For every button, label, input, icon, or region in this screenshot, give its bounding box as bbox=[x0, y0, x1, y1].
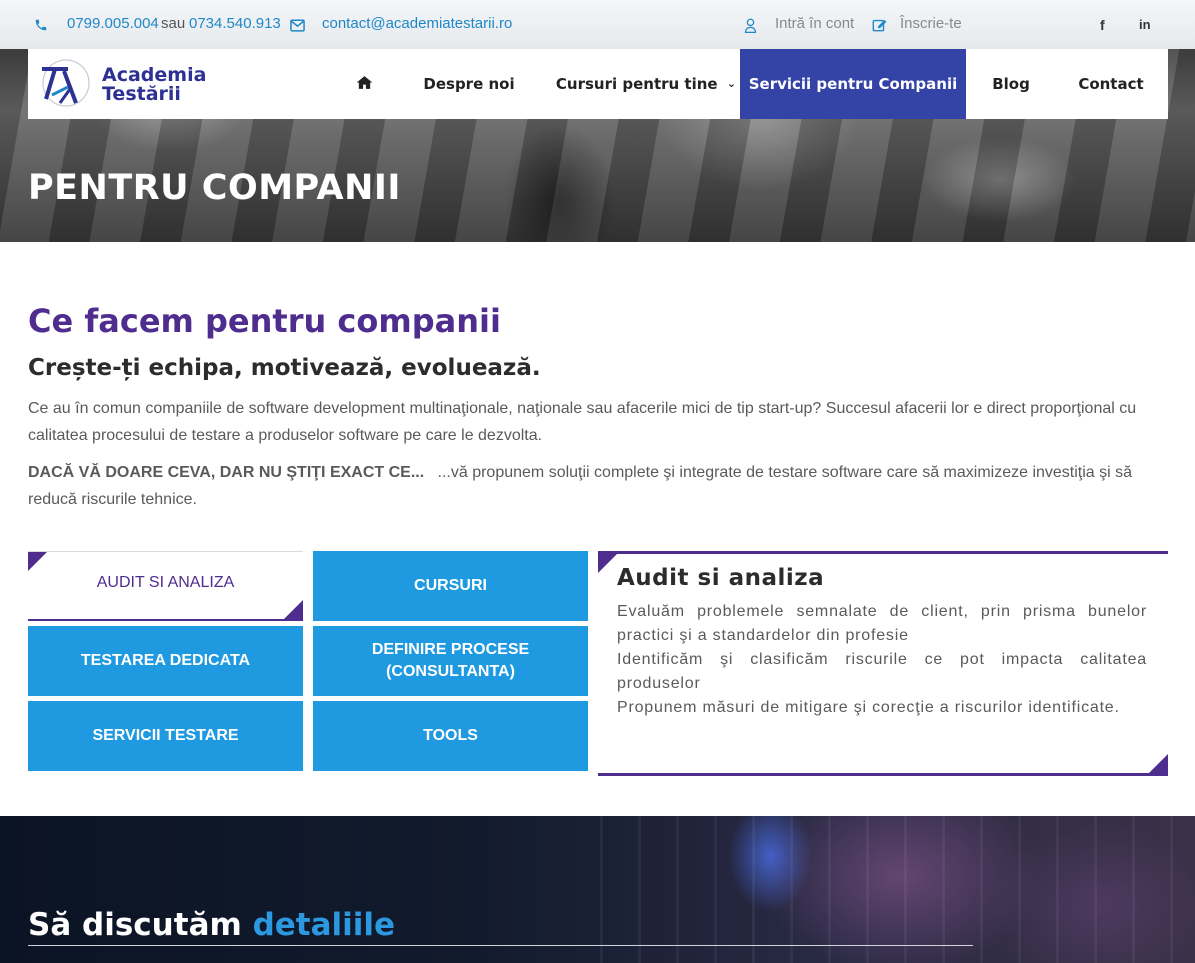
chevron-down-icon: ⌄ bbox=[726, 77, 737, 90]
facebook-icon[interactable]: f bbox=[1100, 17, 1105, 33]
tile-definire-procese[interactable]: DEFINIRE PROCESE (CONSULTANTA) bbox=[313, 626, 588, 696]
home-icon bbox=[356, 76, 372, 89]
tab-content-panel: Audit si analiza Evaluăm problemele semn… bbox=[598, 551, 1168, 776]
panel-line: Identificăm şi clasificăm riscurile ce p… bbox=[617, 651, 1147, 692]
edit-icon bbox=[872, 16, 888, 33]
discuss-title-accent: detaliile bbox=[252, 907, 396, 943]
corner-decoration bbox=[1149, 754, 1168, 773]
logo-mark-icon bbox=[42, 59, 90, 107]
panel-title: Audit si analiza bbox=[617, 565, 825, 591]
top-contact-bar: 0799.005.004 sau 0734.540.913 contact@ac… bbox=[0, 0, 1195, 49]
logo-text: Academia Testării bbox=[102, 66, 206, 104]
section-subheading: Crește-ți echipa, motivează, evoluează. bbox=[28, 355, 541, 381]
envelope-icon bbox=[290, 16, 305, 33]
pain-paragraph: DACĂ VĂ DOARE CEVA, DAR NU ŞTIŢI EXACT C… bbox=[28, 459, 1168, 513]
tile-audit[interactable]: AUDIT SI ANALIZA bbox=[28, 551, 303, 621]
login-link[interactable]: Intră în cont bbox=[775, 15, 854, 32]
corner-decoration bbox=[284, 600, 303, 619]
discuss-title: Să discutăm detaliile bbox=[28, 907, 395, 943]
signup-link[interactable]: Înscrie-te bbox=[900, 15, 962, 32]
panel-line: Propunem măsuri de mitigare şi corecţie … bbox=[617, 699, 1120, 716]
nav-cursuri-label: Cursuri pentru tine bbox=[555, 75, 718, 93]
phone-link-1[interactable]: 0799.005.004 bbox=[67, 15, 159, 32]
logo-line-2: Testării bbox=[102, 83, 181, 105]
tile-servicii-testare[interactable]: SERVICII TESTARE bbox=[28, 701, 303, 771]
corner-decoration bbox=[28, 552, 47, 571]
panel-line: Evaluăm problemele semnalate de client, … bbox=[617, 603, 1147, 644]
main-navbar: Academia Testării Despre noi Cursuri pen… bbox=[28, 49, 1168, 119]
nav-contact[interactable]: Contact bbox=[1071, 49, 1151, 119]
phone-separator: sau bbox=[161, 15, 186, 32]
phone-link-2[interactable]: 0734.540.913 bbox=[189, 15, 281, 32]
nav-cursuri[interactable]: Cursuri pentru tine ⌄ bbox=[551, 49, 741, 119]
user-icon bbox=[744, 16, 757, 33]
logo[interactable]: Academia Testării bbox=[38, 55, 208, 111]
intro-paragraph: Ce au în comun companiile de software de… bbox=[28, 400, 1137, 444]
corner-decoration bbox=[598, 554, 617, 573]
tile-testare-dedicata[interactable]: TESTAREA DEDICATA bbox=[28, 626, 303, 696]
linkedin-icon[interactable]: in bbox=[1139, 17, 1151, 32]
tile-audit-label: AUDIT SI ANALIZA bbox=[96, 574, 235, 591]
tile-cursuri[interactable]: CURSURI bbox=[313, 551, 588, 621]
discuss-title-plain: Să discutăm bbox=[28, 907, 242, 943]
nav-home[interactable] bbox=[346, 49, 382, 119]
email-link[interactable]: contact@academiatestarii.ro bbox=[322, 15, 512, 32]
phone-icon bbox=[34, 16, 48, 33]
nav-blog[interactable]: Blog bbox=[979, 49, 1043, 119]
section-heading: Ce facem pentru companii bbox=[28, 302, 501, 340]
page-title: PENTRU COMPANII bbox=[28, 168, 401, 208]
pain-strong: DACĂ VĂ DOARE CEVA, DAR NU ŞTIŢI EXACT C… bbox=[28, 464, 425, 481]
tile-tools[interactable]: TOOLS bbox=[313, 701, 588, 771]
panel-body: Evaluăm problemele semnalate de client, … bbox=[617, 600, 1147, 720]
nav-despre-noi[interactable]: Despre noi bbox=[416, 49, 522, 119]
nav-servicii-companii[interactable]: Servicii pentru Companii bbox=[740, 49, 966, 119]
divider bbox=[28, 945, 973, 946]
